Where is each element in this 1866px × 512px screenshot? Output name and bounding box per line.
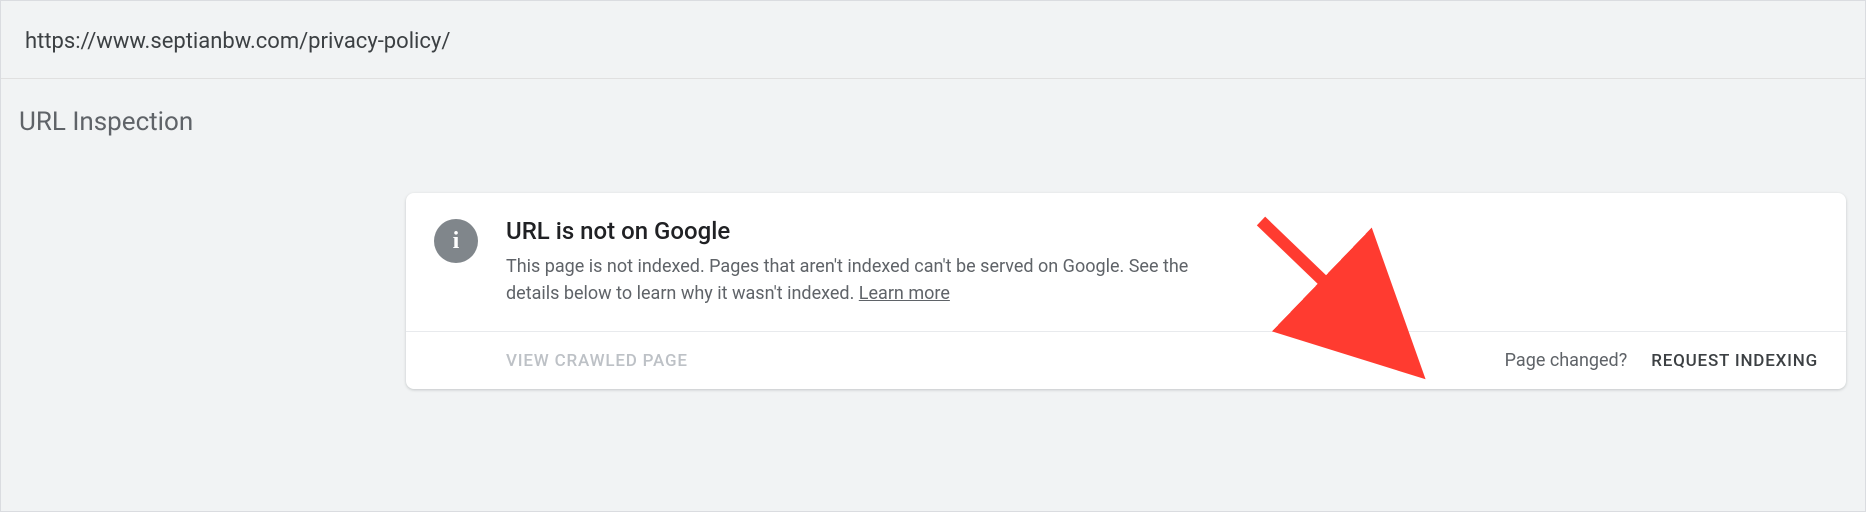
learn-more-link[interactable]: Learn more [859,283,950,304]
page-changed-label: Page changed? [1505,350,1628,371]
card-description: This page is not indexed. Pages that are… [506,253,1226,307]
card-title: URL is not on Google [506,217,1818,245]
info-icon: i [434,219,478,263]
info-icon-glyph: i [453,228,460,255]
card-footer: VIEW CRAWLED PAGE Page changed? REQUEST … [406,332,1846,389]
card-main: i URL is not on Google This page is not … [406,193,1846,332]
request-indexing-button[interactable]: REQUEST INDEXING [1651,351,1818,371]
status-card: i URL is not on Google This page is not … [406,193,1846,389]
url-text: https://www.septianbw.com/privacy-policy… [25,29,450,54]
footer-right: Page changed? REQUEST INDEXING [1505,350,1818,371]
card-description-text: This page is not indexed. Pages that are… [506,256,1188,304]
view-crawled-page-button: VIEW CRAWLED PAGE [506,351,688,371]
section-title: URL Inspection [1,79,1865,137]
url-bar[interactable]: https://www.septianbw.com/privacy-policy… [1,1,1865,79]
card-content: URL is not on Google This page is not in… [506,217,1818,307]
